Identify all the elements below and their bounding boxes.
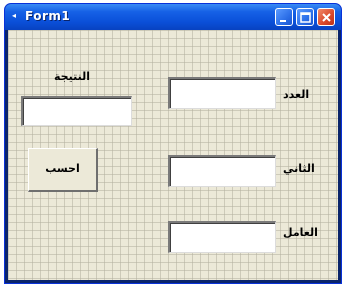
minimize-button[interactable] — [275, 8, 293, 26]
result-label: النتيجة — [54, 70, 90, 83]
second-number-label: الثاني — [283, 162, 315, 175]
close-icon — [322, 13, 331, 22]
compute-button-label: احسب — [45, 162, 80, 175]
window-title: Form1 — [25, 9, 71, 23]
result-textbox[interactable] — [21, 96, 132, 126]
operator-label: العامل — [283, 226, 318, 239]
title-bar[interactable]: ◂ Form1 — [5, 4, 341, 30]
maximize-button[interactable] — [296, 8, 314, 26]
window-menu-icon[interactable]: ◂ — [12, 12, 20, 20]
minimize-icon — [280, 20, 286, 22]
second-number-textbox[interactable] — [168, 155, 276, 187]
compute-button[interactable]: احسب — [28, 148, 98, 192]
maximize-icon — [300, 12, 311, 23]
first-number-label: العدد — [283, 88, 310, 101]
operator-textbox[interactable] — [168, 221, 276, 253]
form-client-area: النتيجة احسب العدد الثاني العامل — [8, 30, 338, 280]
first-number-textbox[interactable] — [168, 77, 276, 109]
close-button[interactable] — [317, 8, 335, 26]
form-window: ◂ Form1 النتيجة احسب العدد الثاني العامل — [4, 3, 342, 284]
